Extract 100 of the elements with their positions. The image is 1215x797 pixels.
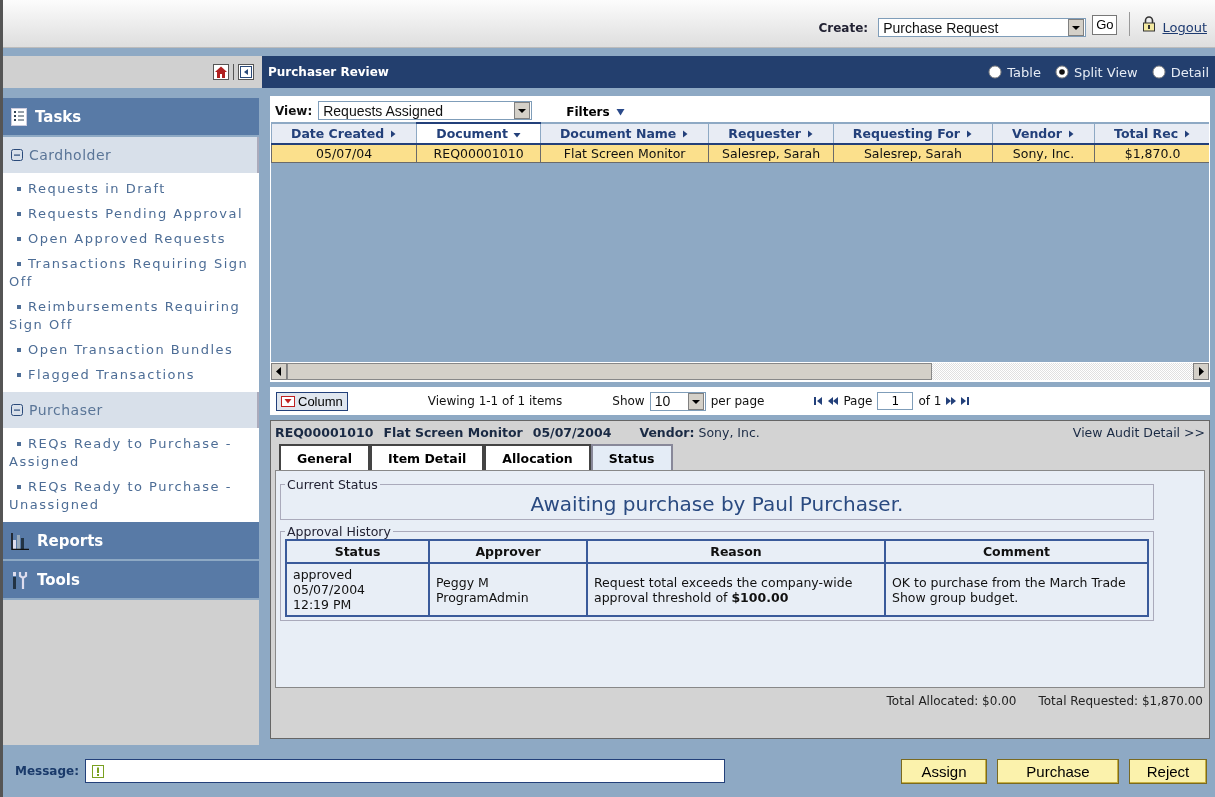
view-mode-label[interactable]: Split View [1073,64,1138,80]
sort-right-icon [681,130,690,139]
scroll-thumb[interactable] [287,363,932,380]
document-name: Flat Screen Monitor [383,425,523,440]
view-dropdown[interactable]: Requests Assigned [318,101,533,120]
action-button[interactable]: Assign [901,758,987,784]
status-message: Awaiting purchase by Paul Purchaser. [529,492,905,516]
table-cell: OK to purchase from the March Trade Show group budget. [885,563,1148,616]
sidebar-link[interactable]: REQs Ready to Purchase - Unassigned [3,475,259,518]
radio-button[interactable] [988,65,1003,79]
sidebar-link[interactable]: Open Transaction Bundles [3,338,259,363]
column-header: Reason [587,540,885,563]
page-count: of 1 [918,394,942,408]
table-cell: Peggy M ProgramAdmin [429,563,587,616]
sidebar-link[interactable]: Requests in Draft [3,177,259,202]
sidebar-section-header[interactable]: Tools [3,561,259,598]
column-header[interactable]: Document Name [540,123,709,144]
document-date: 05/07/2004 [532,425,612,440]
column-header: Status [286,540,429,563]
sort-right-icon [964,130,973,139]
sort-down-icon [512,130,521,139]
panel-arrow-icon [238,64,254,80]
action-button[interactable]: Reject [1129,758,1207,784]
bar-chart-icon [11,531,29,550]
audit-detail-link[interactable]: View Audit Detail >> [1072,425,1205,440]
sort-right-icon [1183,130,1192,139]
sidebar-link[interactable]: Flagged Transactions [3,363,259,388]
tab[interactable]: Allocation [484,444,591,470]
first-page-icon [814,396,824,406]
checklist-icon [11,107,27,126]
logout-link[interactable]: Logout [1162,12,1207,35]
view-mode-label[interactable]: Detail [1170,64,1209,80]
filters-button[interactable]: Filters [560,101,631,120]
exclamation-icon [92,764,104,778]
vendor-name: Sony, Inc. [698,425,760,440]
horizontal-scrollbar[interactable] [271,362,1209,381]
sidebar-group-header[interactable]: Purchaser [3,392,259,428]
column-header[interactable]: Date Created [271,123,417,144]
show-label: Show [612,394,645,408]
group-title: Current Status [286,477,379,492]
sort-right-icon [805,130,814,139]
go-button[interactable]: Go [1092,14,1118,35]
column-header[interactable]: Requester [708,123,834,144]
sidebar-link[interactable]: REQs Ready to Purchase - Assigned [3,432,259,475]
column-header[interactable]: Requesting For [833,123,993,144]
page-title: Purchaser Review [268,65,389,79]
minus-box-icon [11,404,23,416]
radio-button[interactable] [1054,65,1069,79]
lock-icon [1142,15,1157,32]
column-header[interactable]: Vendor [992,123,1095,144]
table-cell: approved 05/07/2004 12:19 PM [286,563,429,616]
sort-right-icon [1067,130,1076,139]
collapse-panel-button[interactable] [238,64,254,80]
action-button[interactable]: Purchase [997,758,1119,784]
home-button[interactable] [213,64,229,80]
column-header: Comment [885,540,1148,563]
table-row[interactable]: 05/07/04 REQ00001010 Flat Screen Monitor Salesrep, Sarah Salesrep, Sarah Sony, Inc. $1,870.0 [271,144,1209,163]
column-header: Approver [429,540,587,563]
item-count: Viewing 1-1 of 1 items [427,394,563,408]
message-label: Message: [15,764,79,778]
total-allocated: Total Allocated: $0.00 [886,694,1017,708]
dropdown-icon [281,395,295,407]
sidebar-link[interactable]: Requests Pending Approval [3,202,259,227]
page-number-field[interactable]: 1 [877,392,914,410]
column-header[interactable]: Document [416,123,541,144]
previous-page-icon [828,396,839,406]
view-label: View: [275,103,313,118]
radio-button[interactable] [1151,65,1166,79]
sidebar-link[interactable]: Reimbursements Requiring Sign Off [3,295,259,338]
total-requested: Total Requested: $1,870.00 [1038,694,1203,708]
tab[interactable]: General [279,444,370,470]
caret-icon [615,108,625,116]
tools-icon [11,570,29,589]
tab[interactable]: Status [590,444,673,470]
column-header[interactable]: Total Rec [1094,123,1209,144]
create-label: Create: [818,19,869,35]
sidebar-link[interactable]: Transactions Requiring Sign Off [3,252,259,295]
sort-right-icon [389,130,398,139]
sidebar-group-header[interactable]: Cardholder [3,137,259,173]
last-page-icon [961,396,971,406]
scroll-right-icon [1193,363,1209,380]
page-size-dropdown[interactable]: 10 [649,391,706,411]
vendor-label: Vendor: [639,425,695,440]
next-page-icon [946,396,957,406]
table-cell: Request total exceeds the company-wide approval threshold of $100.00 [587,563,885,616]
column-button[interactable]: Column [276,391,348,411]
group-title: Approval History [286,524,392,539]
minus-box-icon [11,149,23,161]
create-dropdown[interactable]: Purchase Request [878,18,1087,37]
view-mode-label[interactable]: Table [1007,64,1041,80]
scroll-left-icon [271,363,287,380]
per-page-label: per page [710,394,765,408]
home-icon [213,64,229,80]
message-field[interactable] [85,759,725,783]
sidebar-link[interactable]: Open Approved Requests [3,227,259,252]
tab[interactable]: Item Detail [370,444,485,470]
sidebar-section-header[interactable]: Reports [3,522,259,559]
sidebar-section-header[interactable]: Tasks [3,98,259,135]
page-label: Page [843,394,873,408]
document-id: REQ00001010 [275,425,374,440]
